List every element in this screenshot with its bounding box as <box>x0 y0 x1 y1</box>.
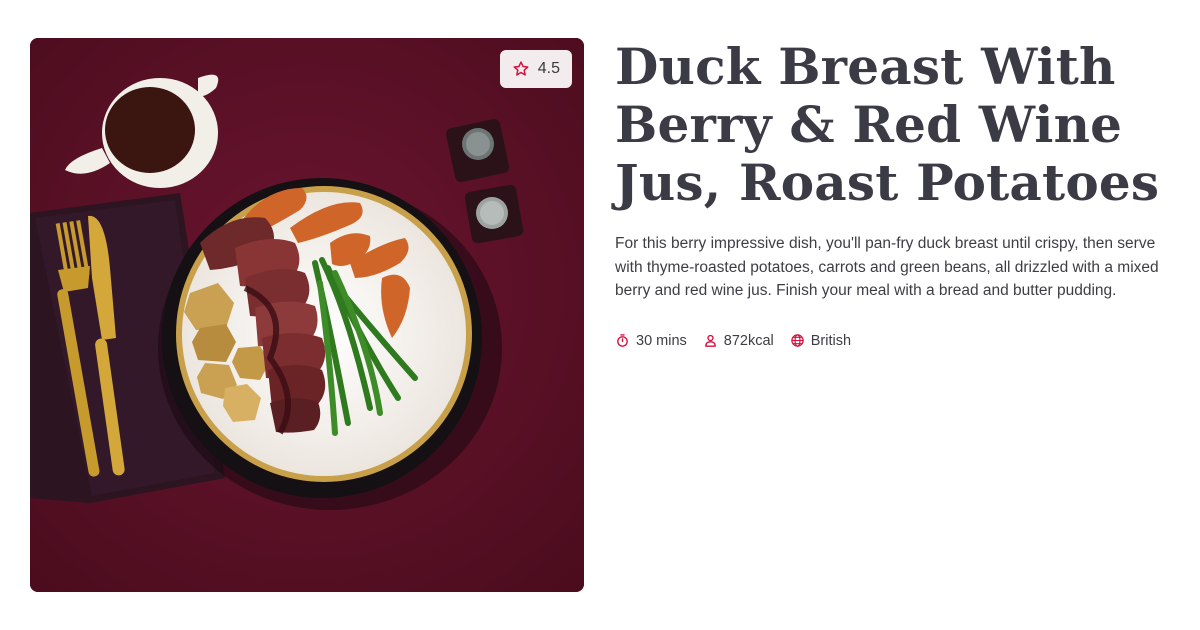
recipe-card: 4.5 Duck Breast With Berry & Red Wine Ju… <box>0 0 1200 630</box>
person-icon <box>704 334 716 347</box>
recipe-description: For this berry impressive dish, you'll p… <box>615 235 1159 299</box>
globe-icon <box>791 334 804 347</box>
recipe-meta: 30 mins 872kcal British <box>615 333 1175 349</box>
meta-cuisine-label: British <box>810 332 852 349</box>
rating-badge[interactable]: 4.5 <box>499 50 572 88</box>
recipe-title: Duck Breast With Berry & Red Wine Jus, R… <box>615 37 1160 212</box>
meta-cuisine: British <box>790 333 851 349</box>
meta-calories: 872kcal <box>703 333 774 349</box>
meta-calories-label: 872kcal <box>723 332 774 349</box>
timer-icon <box>617 334 628 347</box>
dish-image <box>30 38 584 592</box>
star-icon <box>513 61 529 76</box>
rating-value: 4.5 <box>537 60 560 77</box>
meta-time-label: 30 mins <box>636 332 687 349</box>
recipe-content: Duck Breast With Berry & Red Wine Jus, R… <box>615 38 1175 349</box>
meta-time: 30 mins <box>615 333 687 349</box>
recipe-photo[interactable]: 4.5 <box>30 38 584 592</box>
